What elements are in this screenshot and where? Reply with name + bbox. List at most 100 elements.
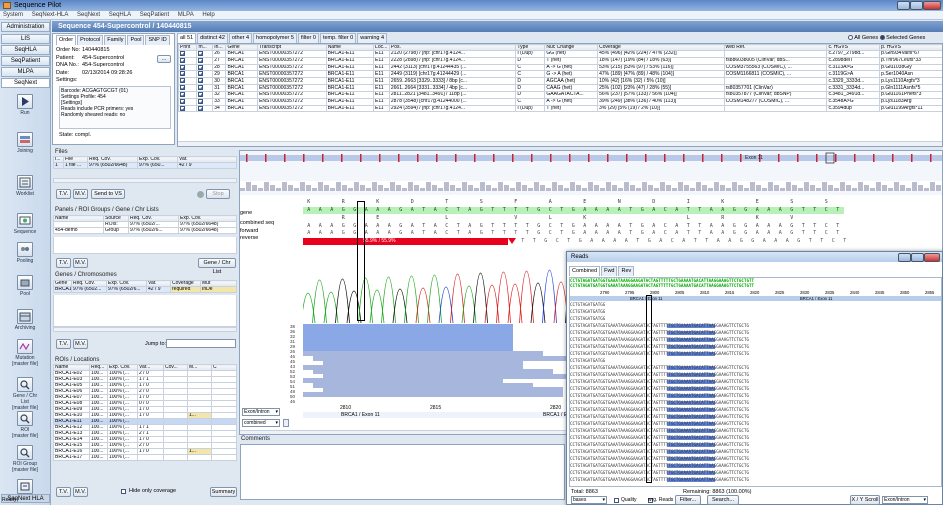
xy-scroll-button[interactable]: X / Y Scroll <box>850 495 880 505</box>
settings-textbox[interactable]: Barcode: ACGAGTGCGT (01) Settings Profil… <box>59 86 171 129</box>
tab-protocol[interactable]: Protocol <box>77 35 104 45</box>
mutation-master-button[interactable]: Mutation [master file] <box>9 339 41 367</box>
print-checkbox[interactable] <box>180 92 185 97</box>
menu-seqnext-hla[interactable]: SeqNext-HLA <box>32 12 69 18</box>
nav-tab-lis[interactable]: LIS <box>1 34 50 44</box>
coverage-overview[interactable] <box>240 151 943 195</box>
bases-select[interactable]: bases ▾ <box>571 496 607 504</box>
all-genes-radio[interactable] <box>848 35 853 41</box>
worklist-button[interactable]: Worklist <box>9 175 41 197</box>
reads-minimize-button[interactable] <box>898 253 911 262</box>
roi-group-master-button[interactable]: ROI Group [master file] <box>9 445 41 473</box>
menu-seqnext[interactable]: SeqNext <box>77 12 100 18</box>
table-row[interactable]: 11 file ... 97% (6502/6648) 97% (650... 42 … <box>53 162 237 169</box>
print-checkbox[interactable] <box>198 65 204 70</box>
minimize-button[interactable] <box>897 1 910 10</box>
print-checkbox[interactable] <box>198 92 204 97</box>
hide-only-coverage-checkbox[interactable] <box>121 489 126 494</box>
panels-tv-button[interactable]: T.V. <box>56 258 71 268</box>
print-checkbox[interactable] <box>198 71 204 77</box>
table-row[interactable]: 32 BRCA1 ENST00000357272 BRCA1-E11 E11 2811..… <box>178 90 942 99</box>
read-bar[interactable] <box>303 391 563 397</box>
print-checkbox[interactable] <box>180 65 185 70</box>
table-row[interactable]: 454-demo Group 97% (6502/6... 97% (6502/664… <box>53 227 237 234</box>
menu-mlpa[interactable]: MLPA <box>178 12 194 18</box>
gene-chr-list-button[interactable]: Gene / Chr List <box>198 258 236 275</box>
tab-family[interactable]: Family <box>104 35 127 45</box>
joining-button[interactable]: Joining <box>9 132 41 154</box>
nav-tab-seqnext[interactable]: SeqNext <box>1 78 50 88</box>
table-row[interactable]: 28 BRCA1 ENST00000357272 BRCA1-E11 E11 2442 (… <box>178 63 942 72</box>
table-row[interactable]: 27 BRCA1 ENST00000357272 BRCA1-E11 E11 2228 (… <box>178 56 942 65</box>
genes-mv-button[interactable]: M.V. <box>73 339 88 349</box>
print-checkbox[interactable] <box>198 51 204 56</box>
table-row[interactable]: 33 BRCA1 ENST00000357272 BRCA1-E11 E11 2878 (… <box>178 97 942 106</box>
print-checkbox[interactable] <box>180 106 185 111</box>
comments-textarea[interactable] <box>240 444 565 500</box>
genes-tv-button[interactable]: T.V. <box>56 339 71 349</box>
table-row[interactable]: 29 BRCA1 ENST00000357272 BRCA1-E11 E11 2449 (… <box>178 70 942 79</box>
panels-mv-button[interactable]: M.V. <box>73 258 88 268</box>
sequence-button[interactable]: Sequence <box>9 213 41 235</box>
select-arrow-button[interactable] <box>283 419 289 427</box>
rois-mv-button[interactable]: M.V. <box>73 487 88 497</box>
print-checkbox[interactable] <box>180 99 185 104</box>
tab-warning[interactable]: warning 4 <box>357 33 388 43</box>
settings-button[interactable] <box>9 479 41 494</box>
roi-master-button[interactable]: ROI [master file] <box>9 411 41 439</box>
tab-all[interactable]: all 51 <box>177 33 197 43</box>
selected-genes-radio[interactable] <box>879 35 885 41</box>
menu-help[interactable]: Help <box>202 12 214 18</box>
tab-pool[interactable]: Pool <box>127 35 145 45</box>
gene-chr-list-master-button[interactable]: Gene / Chr List [master file] <box>9 377 41 411</box>
send-to-vs-button[interactable]: Send to VS <box>91 189 125 199</box>
quality-checkbox[interactable] <box>614 498 619 503</box>
pooling-button[interactable]: Pooling <box>9 242 41 264</box>
print-checkbox[interactable] <box>180 71 185 77</box>
reads-close-button[interactable] <box>924 253 940 262</box>
close-button[interactable] <box>923 1 941 10</box>
print-checkbox[interactable] <box>198 106 204 111</box>
nav-tab-seqpatient[interactable]: SeqPatient <box>1 56 50 66</box>
nav-tab-seqhla[interactable]: SeqHLA <box>1 45 50 55</box>
reads-maximize-button[interactable] <box>911 253 924 262</box>
tab-order[interactable]: Order <box>56 35 77 45</box>
tab-filter[interactable]: filter 0 <box>297 33 319 43</box>
search-button[interactable]: Search... <box>707 495 739 505</box>
exon-intron-select[interactable]: Exon/Intron ▾ <box>242 408 280 416</box>
print-checkbox[interactable] <box>198 58 204 63</box>
tab-temp-filter[interactable]: temp. filter 0 <box>319 33 357 43</box>
pool-button[interactable]: Pool <box>9 275 41 297</box>
maximize-button[interactable] <box>910 1 923 10</box>
print-checkbox[interactable] <box>180 51 185 56</box>
stop-button[interactable]: Stop <box>206 189 230 199</box>
files-tv-button[interactable]: T.V. <box>56 189 71 199</box>
genes-hscrollbar[interactable] <box>53 327 237 332</box>
menu-seqpatient[interactable]: SeqPatient <box>140 12 169 18</box>
nav-tab-mlpa[interactable]: MLPA <box>1 67 50 77</box>
table-row[interactable]: BRCA1 97% (6502... 97% (6502/6... 42 / 9 req… <box>53 286 237 293</box>
files-hscrollbar[interactable] <box>53 178 237 183</box>
reads-exon-intron-select[interactable]: Exon/Intron ▾ <box>882 496 928 504</box>
print-checkbox[interactable] <box>198 85 204 91</box>
print-checkbox[interactable] <box>180 58 185 63</box>
tab-other[interactable]: other 4 <box>228 33 253 43</box>
tab-distinct[interactable]: distinct 42 <box>197 33 228 43</box>
jump-to-input[interactable] <box>166 339 236 348</box>
tab-fwd[interactable]: Fwd <box>601 266 618 276</box>
table-row[interactable]: 31 BRCA1 ENST00000357272 BRCA1-E11 E11 2661..… <box>178 84 942 92</box>
print-checkbox[interactable] <box>198 99 204 104</box>
print-checkbox[interactable] <box>180 85 185 91</box>
tab-combined[interactable]: Combined <box>569 266 601 276</box>
files-mv-button[interactable]: M.V. <box>73 189 88 199</box>
rois-tv-button[interactable]: T.V. <box>56 487 71 497</box>
run-button[interactable]: Run <box>9 94 41 116</box>
tab-snp-id[interactable]: SNP ID <box>145 35 170 45</box>
tab-rev[interactable]: Rev <box>618 266 635 276</box>
variants-hscrollbar[interactable] <box>178 141 942 146</box>
menu-system[interactable]: System <box>3 12 23 18</box>
table-row[interactable]: BRCA1-E17 100... 100% (... <box>53 454 237 461</box>
summary-button[interactable]: Summary <box>210 487 237 497</box>
browse-button[interactable]: ... <box>157 55 171 63</box>
print-checkbox[interactable] <box>198 78 204 84</box>
